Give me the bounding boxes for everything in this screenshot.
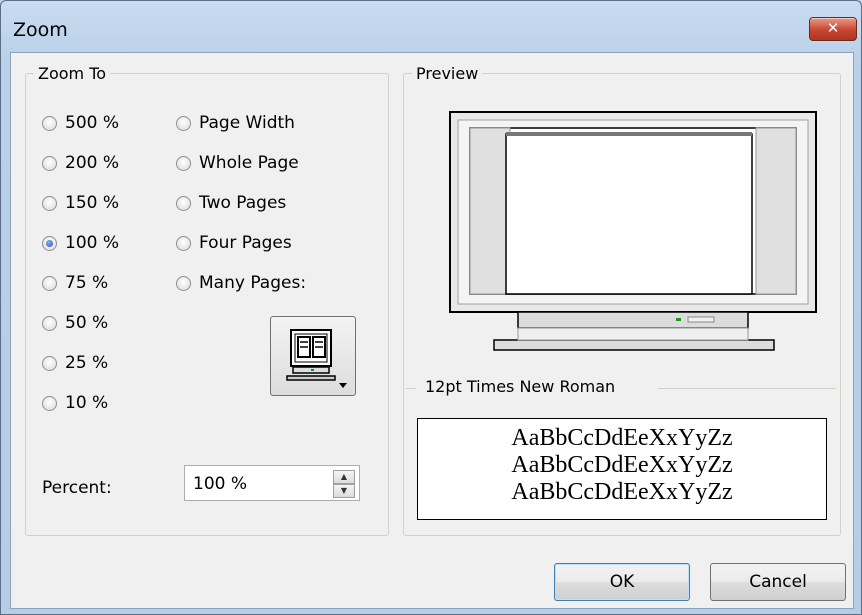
radio-indicator: [176, 235, 191, 251]
spin-down-button[interactable]: ▼: [333, 484, 355, 498]
radio-200-percent[interactable]: 200 %: [42, 153, 119, 173]
font-label-rule-left: [406, 388, 416, 389]
radio-500-percent[interactable]: 500 %: [42, 113, 119, 133]
radio-whole-page[interactable]: Whole Page: [176, 153, 299, 173]
radio-indicator: [42, 275, 57, 291]
radio-label: 25 %: [65, 353, 109, 373]
close-button[interactable]: ✕: [809, 17, 857, 41]
radio-label: Two Pages: [199, 193, 287, 213]
radio-label: 500 %: [65, 113, 120, 133]
radio-page-width[interactable]: Page Width: [176, 113, 295, 133]
radio-150-percent[interactable]: 150 %: [42, 193, 119, 213]
radio-label: 10 %: [65, 393, 109, 413]
preview-legend: Preview: [416, 64, 479, 83]
radio-indicator: [176, 275, 191, 291]
radio-10-percent[interactable]: 10 %: [42, 393, 108, 413]
radio-label: 150 %: [65, 193, 120, 213]
sample-text-line: AaBbCcDdEeXxYyZz: [511, 425, 733, 451]
radio-four-pages[interactable]: Four Pages: [176, 233, 292, 253]
font-label-rule-right: [658, 388, 836, 389]
radio-100-percent[interactable]: 100 %: [42, 233, 119, 253]
up-arrow-icon: ▲: [340, 472, 348, 481]
zoom-to-legend: Zoom To: [38, 64, 107, 83]
close-icon: ✕: [826, 19, 840, 37]
down-arrow-icon: ▼: [340, 486, 348, 495]
font-sample-label: 12pt Times New Roman: [425, 377, 616, 396]
monitor-pages-icon: [286, 329, 347, 388]
radio-25-percent[interactable]: 25 %: [42, 353, 108, 373]
radio-label: 200 %: [65, 153, 120, 173]
monitor-preview-icon: [449, 111, 817, 351]
title-bar[interactable]: Zoom ✕: [1, 1, 861, 53]
radio-50-percent[interactable]: 50 %: [42, 313, 108, 333]
radio-indicator: [42, 315, 57, 331]
dialog-title: Zoom: [13, 19, 68, 41]
radio-indicator: [176, 155, 191, 171]
percent-spinner[interactable]: ▲ ▼: [184, 465, 360, 501]
radio-indicator-selected: [42, 235, 57, 251]
radio-label: Page Width: [199, 113, 295, 133]
radio-indicator: [42, 395, 57, 411]
many-pages-picker-button[interactable]: [270, 316, 356, 396]
radio-many-pages[interactable]: Many Pages:: [176, 273, 306, 293]
radio-75-percent[interactable]: 75 %: [42, 273, 108, 293]
percent-input[interactable]: [191, 471, 315, 497]
percent-label: Percent:: [42, 478, 112, 498]
font-sample-box: AaBbCcDdEeXxYyZz AaBbCcDdEeXxYyZz AaBbCc…: [417, 418, 827, 520]
radio-indicator: [42, 155, 57, 171]
ok-button[interactable]: OK: [554, 563, 690, 601]
radio-label: 75 %: [65, 273, 109, 293]
radio-indicator: [176, 195, 191, 211]
radio-label: 50 %: [65, 313, 109, 333]
sample-text-line: AaBbCcDdEeXxYyZz: [511, 452, 733, 478]
radio-two-pages[interactable]: Two Pages: [176, 193, 286, 213]
radio-indicator: [42, 115, 57, 131]
radio-indicator: [176, 115, 191, 131]
radio-label: 100 %: [65, 233, 120, 253]
radio-label: Many Pages:: [199, 273, 307, 293]
radio-label: Four Pages: [199, 233, 292, 253]
radio-label: Whole Page: [199, 153, 299, 173]
sample-text-line: AaBbCcDdEeXxYyZz: [511, 479, 733, 505]
cancel-button[interactable]: Cancel: [710, 563, 846, 601]
spin-up-button[interactable]: ▲: [333, 470, 355, 484]
radio-indicator: [42, 195, 57, 211]
radio-indicator: [42, 355, 57, 371]
